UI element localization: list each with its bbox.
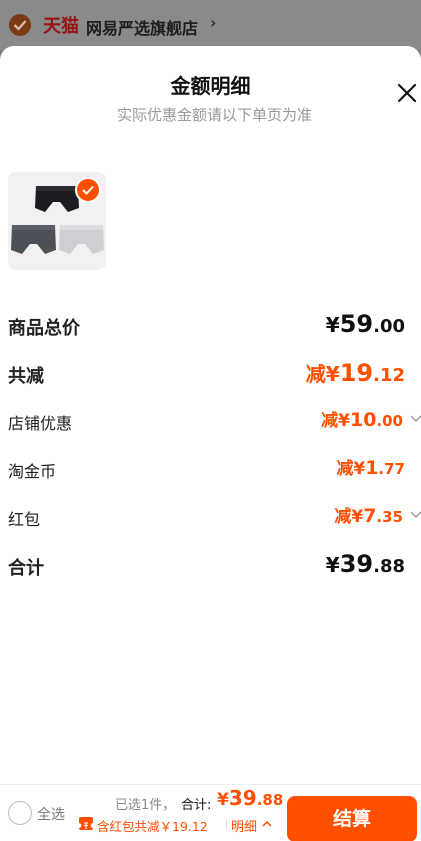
store-header: 天猫 网易严选旗舰店 ›: [0, 0, 421, 50]
total-label: 合计:: [181, 798, 212, 813]
total-reduction-row: 共减 减¥19.12: [8, 359, 421, 392]
amount-detail-sheet: 金额明细 实际优惠金额请以下单页为准 商品总价 ¥59.00 共减 减¥19.1…: [0, 46, 421, 841]
tmall-logo: 天猫: [43, 16, 79, 37]
checkout-button[interactable]: 结算: [287, 796, 417, 841]
detail-link[interactable]: 明细: [231, 816, 257, 835]
item-selected-check-icon[interactable]: [75, 177, 101, 203]
red-packet-row[interactable]: 红包 减¥7.35: [8, 505, 421, 536]
taojinbi-amount: 减¥1.77: [336, 457, 405, 479]
sheet-subtitle: 实际优惠金额请以下单页为准: [116, 106, 312, 124]
taojinbi-row: 淘金币 减¥1.77: [8, 457, 421, 488]
sum-amount: ¥39.88: [325, 550, 405, 578]
sum-row: 合计 ¥39.88: [8, 550, 421, 584]
goods-total-row: 商品总价 ¥59.00: [8, 310, 421, 344]
goods-total-label: 商品总价: [8, 318, 80, 339]
chevron-right-icon[interactable]: ›: [210, 13, 216, 32]
chevron-down-icon[interactable]: [410, 412, 421, 424]
close-icon[interactable]: [396, 82, 418, 104]
total-reduction-label: 共减: [8, 366, 44, 387]
divider: [226, 819, 227, 830]
chevron-up-icon[interactable]: [262, 819, 272, 829]
selected-count: 已选1件，: [115, 798, 176, 813]
select-all-label[interactable]: 全选: [37, 804, 65, 824]
total-amount: ¥39.88: [217, 786, 284, 810]
select-all-radio[interactable]: [8, 801, 32, 825]
shop-discount-amount: 减¥10.00: [321, 409, 403, 431]
sheet-title: 金额明细: [170, 74, 251, 98]
chevron-down-icon[interactable]: [410, 508, 421, 520]
total-reduction-amount: 减¥19.12: [305, 359, 405, 387]
red-packet-label: 红包: [8, 510, 41, 529]
checkout-bar: 全选 已选1件， 合计: ¥39.88 含红包共减￥19.12 明细 结算: [0, 784, 421, 841]
store-name[interactable]: 网易严选旗舰店: [86, 15, 198, 39]
goods-total-amount: ¥59.00: [325, 310, 405, 338]
red-packet-amount: 减¥7.35: [334, 505, 403, 527]
discount-summary: 含红包共减￥19.12: [97, 819, 208, 834]
shop-discount-row[interactable]: 店铺优惠 减¥10.00: [8, 409, 421, 440]
coupon-icon: [76, 817, 96, 830]
store-check-icon[interactable]: [9, 14, 31, 36]
sum-label: 合计: [8, 558, 44, 579]
taojinbi-label: 淘金币: [8, 462, 57, 481]
shop-discount-label: 店铺优惠: [8, 414, 73, 433]
